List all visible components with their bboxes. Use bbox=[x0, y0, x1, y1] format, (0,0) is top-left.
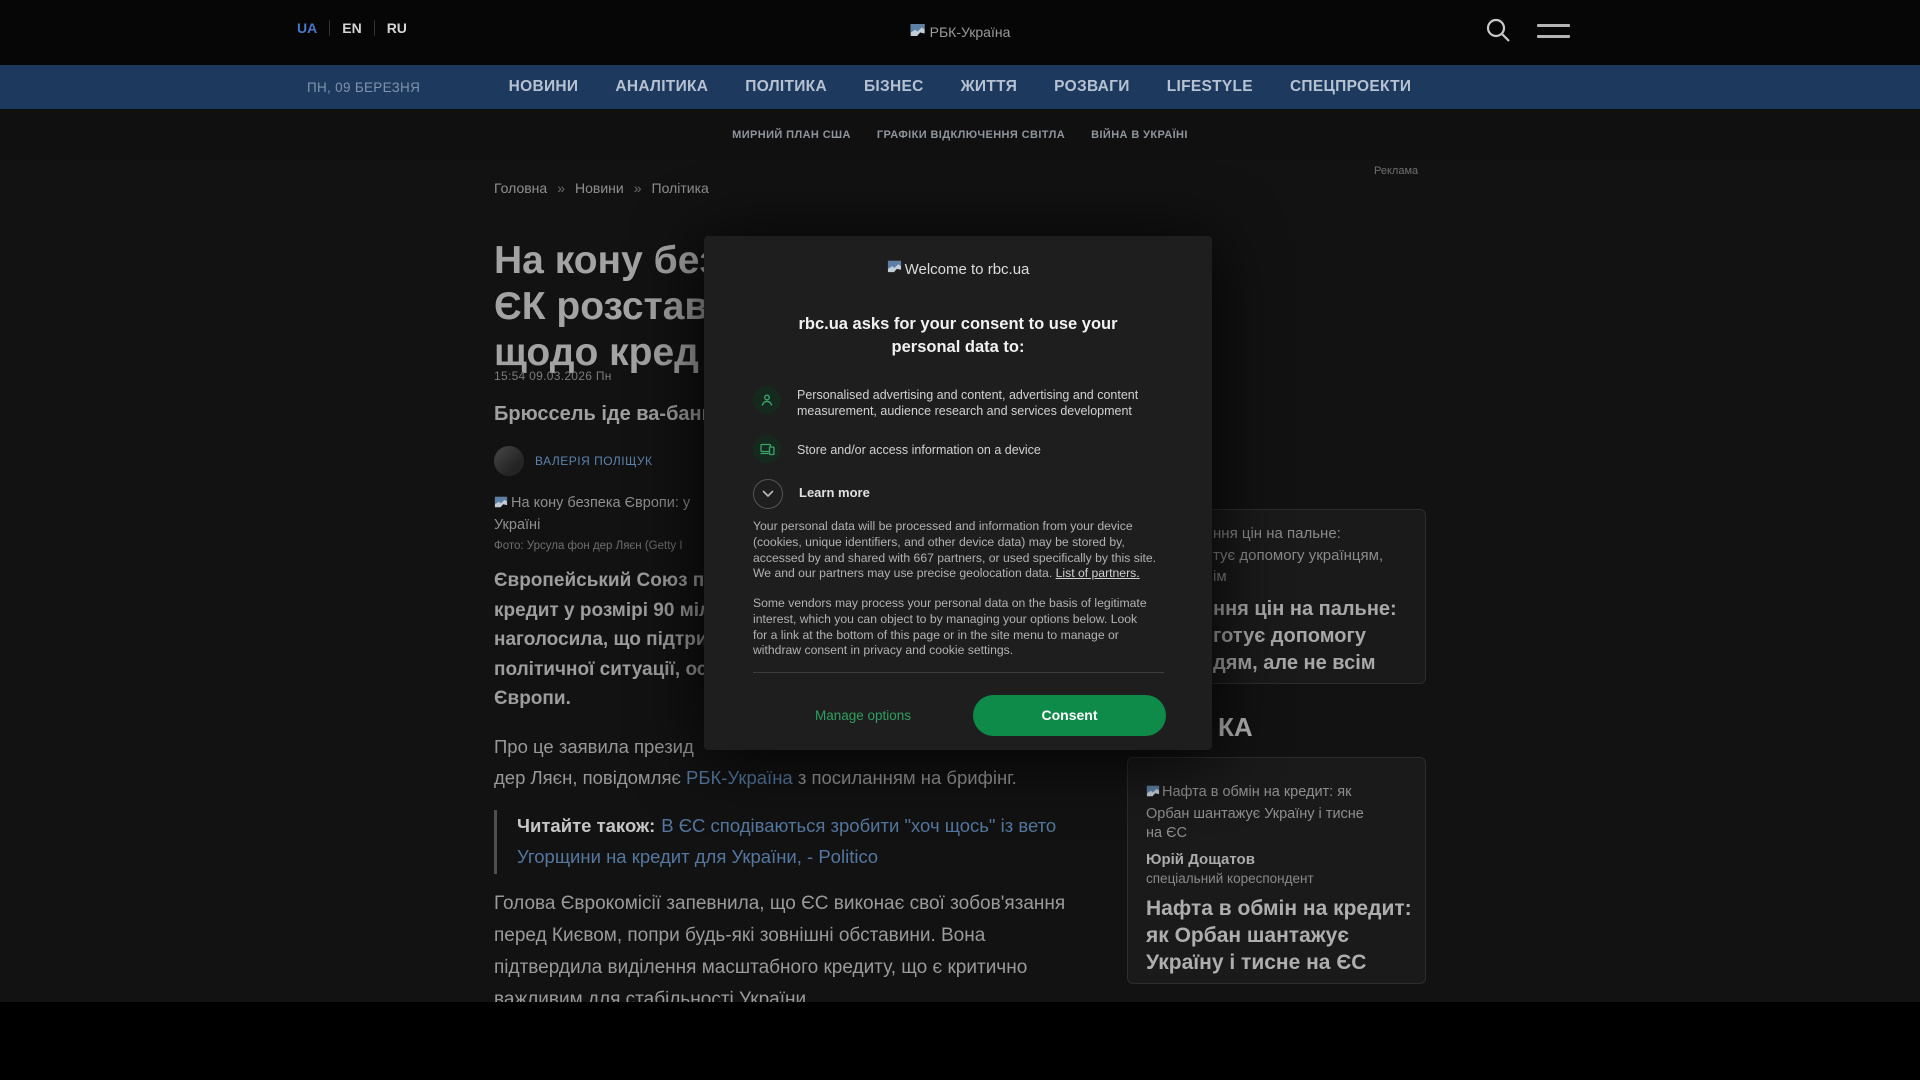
site-logo[interactable]: РБК-Україна bbox=[910, 23, 1011, 41]
purpose-personalised-ads: Personalised advertising and content, ad… bbox=[753, 386, 1138, 419]
ad-label: Реклама bbox=[1374, 165, 1419, 177]
topic-navigation: МИРНИЙ ПЛАН США ГРАФІКИ ВІДКЛЮЧЕННЯ СВІТ… bbox=[0, 109, 1920, 160]
correspondent-name[interactable]: Юрій Дощатов bbox=[1146, 851, 1255, 868]
consent-buttons: Manage options Consent bbox=[753, 694, 1166, 736]
nav-item-spetsproekty[interactable]: СПЕЦПРОЕКТИ bbox=[1290, 78, 1411, 96]
breadcrumb-politics[interactable]: Політика bbox=[652, 180, 709, 196]
purpose-store-information: Store and/or access information on a dev… bbox=[753, 435, 1041, 463]
divider bbox=[753, 672, 1164, 673]
menu-icon[interactable] bbox=[1537, 24, 1570, 46]
nav-item-rozvahy[interactable]: РОЗВАГИ bbox=[1054, 78, 1130, 96]
article-lead: Брюссель іде ва-банк, bbox=[494, 403, 718, 425]
nav-item-novyny[interactable]: НОВИНИ bbox=[509, 78, 579, 96]
nav-item-biznes[interactable]: БІЗНЕС bbox=[864, 78, 924, 96]
breadcrumb: Головна » Новини » Політика bbox=[494, 180, 709, 196]
nav-item-zhyttia[interactable]: ЖИТТЯ bbox=[961, 78, 1018, 96]
divider bbox=[373, 20, 375, 36]
breadcrumb-separator: » bbox=[633, 180, 642, 196]
sidebar-analytics-card[interactable]: Нафта в обмін на кредит: як Орбан шантаж… bbox=[1127, 757, 1426, 984]
breadcrumb-news[interactable]: Новини bbox=[575, 180, 624, 196]
consent-paragraph-2: Some vendors may process your personal d… bbox=[753, 596, 1147, 658]
welcome-row: Welcome to rbc.ua bbox=[704, 260, 1212, 278]
subnav-item-outage-schedules[interactable]: ГРАФІКИ ВІДКЛЮЧЕННЯ СВІТЛА bbox=[877, 129, 1065, 141]
read-also-link[interactable]: В ЄС сподіваються зробити "хоч щось" із … bbox=[661, 815, 1056, 836]
consent-paragraph-1: Your personal data will be processed and… bbox=[753, 519, 1157, 581]
bottom-ad-area bbox=[0, 1002, 1920, 1080]
consent-heading: rbc.ua asks for your consent to use your… bbox=[798, 315, 1118, 356]
subnav-item-peace-plan[interactable]: МИРНИЙ ПЛАН США bbox=[732, 129, 851, 141]
broken-image-icon bbox=[1146, 785, 1160, 805]
language-switcher: UA EN RU bbox=[297, 20, 407, 36]
read-also-label: Читайте також: bbox=[517, 815, 656, 836]
news-image-alt: ння цін на пальне: тує допомогу українця… bbox=[1213, 525, 1384, 585]
consent-dialog: Welcome to rbc.ua rbc.ua asks for your c… bbox=[704, 236, 1212, 750]
news-title[interactable]: ння цін на пальне: готує допомогу дям, а… bbox=[1213, 596, 1397, 677]
person-icon bbox=[753, 386, 781, 414]
broken-image-icon bbox=[494, 496, 508, 516]
nav-item-analityka[interactable]: АНАЛІТИКА bbox=[615, 78, 708, 96]
correspondent-role: спеціальний кореспондент bbox=[1146, 871, 1314, 886]
list-of-partners-link[interactable]: List of partners. bbox=[1056, 566, 1140, 580]
learn-more-label[interactable]: Learn more bbox=[799, 479, 870, 507]
article-paragraph: Голова Єврокомісії запевнила, що ЄС вико… bbox=[494, 893, 1066, 1010]
rbc-ukraine-link[interactable]: РБК-Україна bbox=[686, 767, 793, 788]
lang-ua[interactable]: UA bbox=[297, 20, 317, 36]
broken-image-icon bbox=[910, 23, 926, 41]
article-image-placeholder: На кону безпека Європи: у Україні bbox=[494, 495, 691, 533]
search-icon[interactable] bbox=[1484, 16, 1512, 44]
nav-item-polityka[interactable]: ПОЛІТИКА bbox=[745, 78, 827, 96]
lang-en[interactable]: EN bbox=[342, 20, 361, 36]
nav-item-lifestyle[interactable]: LIFESTYLE bbox=[1167, 78, 1253, 96]
article-timestamp: 15:54 09.03.2026 Пн bbox=[494, 369, 612, 383]
welcome-text: Welcome to rbc.ua bbox=[904, 260, 1030, 278]
subnav-item-war[interactable]: ВІЙНА В УКРАЇНІ bbox=[1091, 129, 1188, 141]
consent-button[interactable]: Consent bbox=[973, 694, 1166, 736]
read-also-link[interactable]: Угорщини на кредит для України, - Politi… bbox=[517, 846, 878, 867]
avatar bbox=[494, 446, 524, 476]
news-title[interactable]: Нафта в обмін на кредит: як Орбан шантаж… bbox=[1146, 895, 1412, 976]
nav-items: НОВИНИ АНАЛІТИКА ПОЛІТИКА БІЗНЕС ЖИТТЯ Р… bbox=[0, 65, 1920, 109]
sidebar-section-heading: КА bbox=[1218, 712, 1253, 742]
devices-icon bbox=[753, 435, 781, 463]
top-header: UA EN RU РБК-Україна bbox=[0, 0, 1920, 65]
news-image-alt: Нафта в обмін на кредит: як Орбан шантаж… bbox=[1146, 784, 1364, 841]
breadcrumb-separator: » bbox=[557, 180, 565, 196]
broken-image-icon bbox=[887, 260, 902, 278]
lang-ru[interactable]: RU bbox=[387, 20, 407, 36]
breadcrumb-home[interactable]: Головна bbox=[494, 180, 547, 196]
page-root: UA EN RU РБК-Україна ПН, 09 БЕРЕЗНЯ НОВИ… bbox=[0, 0, 1920, 1080]
photo-caption: Фото: Урсула фон дер Ляєн (Getty I bbox=[494, 540, 683, 552]
learn-more-row[interactable]: Learn more bbox=[753, 479, 870, 509]
author-row: ВАЛЕРІЯ ПОЛІЩУК bbox=[494, 446, 653, 476]
chevron-down-icon[interactable] bbox=[753, 479, 783, 509]
divider bbox=[329, 20, 331, 36]
article-intro-paragraph: Європейський Союз під кредит у розмірі 9… bbox=[494, 570, 722, 709]
site-logo-alt: РБК-Україна bbox=[929, 24, 1011, 40]
main-navigation: ПН, 09 БЕРЕЗНЯ НОВИНИ АНАЛІТИКА ПОЛІТИКА… bbox=[0, 65, 1920, 109]
author-link[interactable]: ВАЛЕРІЯ ПОЛІЩУК bbox=[535, 454, 653, 468]
manage-options-button[interactable]: Manage options bbox=[753, 708, 973, 723]
read-also-block: Читайте також: В ЄС сподіваються зробити … bbox=[494, 810, 1056, 874]
